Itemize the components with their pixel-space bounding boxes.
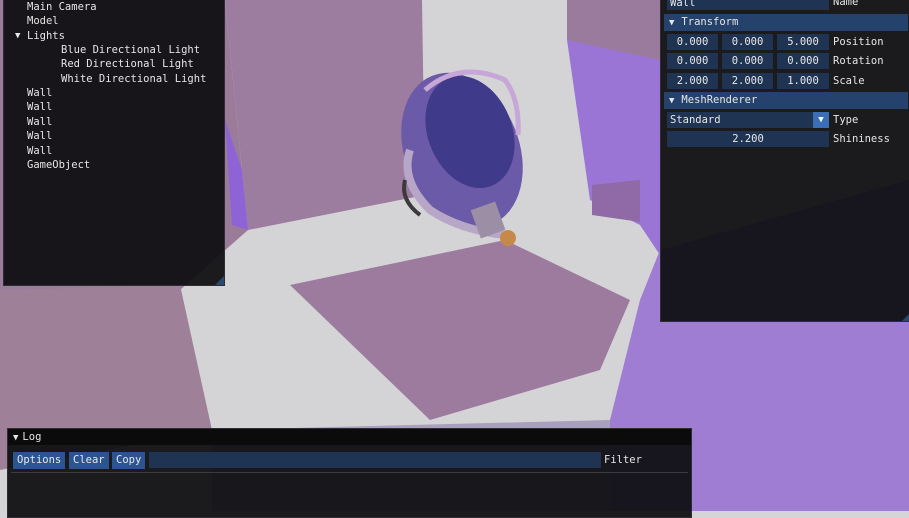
clear-button[interactable]: Clear: [69, 452, 109, 469]
shininess-field[interactable]: 2.200: [667, 131, 829, 147]
scale-label: Scale: [833, 75, 865, 87]
position-z-field[interactable]: 5.000: [777, 34, 829, 50]
rotation-y-field[interactable]: 0.000: [722, 53, 773, 69]
resize-grip-icon[interactable]: [902, 312, 909, 321]
log-divider: [11, 472, 688, 473]
tree-item-wall[interactable]: Wall: [27, 129, 52, 143]
tree-item-label: Wall: [27, 87, 53, 99]
expanded-arrow-icon: ▼: [13, 433, 19, 443]
name-field[interactable]: Wall: [667, 0, 829, 10]
hierarchy-panel: Main Camera Model ▼ Lights Blue Direction…: [3, 0, 225, 286]
tree-item-label: Main Camera: [27, 1, 97, 13]
shininess-label: Shininess: [833, 133, 890, 145]
tree-item-label: Model: [27, 15, 59, 27]
position-x-field[interactable]: 0.000: [667, 34, 718, 50]
tree-item-model[interactable]: Model: [27, 14, 59, 28]
transform-header[interactable]: ▼ Transform: [664, 14, 908, 31]
rotation-z-field[interactable]: 0.000: [777, 53, 829, 69]
type-select[interactable]: Standard: [667, 112, 813, 128]
tree-item-label: Wall: [27, 101, 53, 113]
options-button[interactable]: Options: [13, 452, 66, 469]
scale-y-field[interactable]: 2.000: [722, 73, 773, 89]
expanded-arrow-icon: ▼: [669, 18, 675, 28]
name-label: Name: [833, 0, 859, 8]
tree-item-white-light[interactable]: White Directional Light: [61, 72, 206, 86]
combo-arrow-icon[interactable]: ▼: [813, 112, 829, 128]
expanded-arrow-icon[interactable]: ▼: [15, 29, 20, 43]
tree-item-label: White Directional Light: [61, 73, 207, 85]
filter-input[interactable]: [149, 452, 601, 468]
meshrenderer-title: MeshRenderer: [681, 94, 758, 106]
copy-button[interactable]: Copy: [112, 452, 146, 469]
tree-item-wall[interactable]: Wall: [27, 100, 52, 114]
tree-item-lights[interactable]: ▼ Lights: [15, 29, 65, 43]
transform-title: Transform: [681, 16, 739, 28]
tree-item-main-camera[interactable]: Main Camera: [27, 0, 97, 14]
scale-z-field[interactable]: 1.000: [777, 73, 829, 89]
type-label: Type: [833, 114, 859, 126]
tree-item-blue-light[interactable]: Blue Directional Light: [61, 43, 200, 57]
log-header[interactable]: ▼ Log: [8, 429, 691, 445]
position-y-field[interactable]: 0.000: [722, 34, 773, 50]
tree-item-wall[interactable]: Wall: [27, 115, 52, 129]
position-label: Position: [833, 36, 884, 48]
tree-item-wall[interactable]: Wall: [27, 144, 52, 158]
tree-item-gameobject[interactable]: GameObject: [27, 158, 90, 172]
tree-item-label: GameObject: [27, 159, 91, 171]
tree-item-label: Wall: [27, 116, 53, 128]
rotation-x-field[interactable]: 0.000: [667, 53, 718, 69]
expanded-arrow-icon: ▼: [669, 96, 675, 106]
tree-item-label: Wall: [27, 145, 53, 157]
tree-item-red-light[interactable]: Red Directional Light: [61, 57, 194, 71]
tree-item-label: Red Directional Light: [61, 58, 194, 70]
resize-grip-icon[interactable]: [215, 276, 224, 285]
meshrenderer-header[interactable]: ▼ MeshRenderer: [664, 92, 908, 109]
tree-item-label: Wall: [27, 130, 53, 142]
log-title: Log: [22, 431, 42, 443]
tree-item-label: Lights: [27, 30, 65, 42]
filter-label: Filter: [604, 454, 642, 466]
tree-item-wall[interactable]: Wall: [27, 86, 52, 100]
scale-x-field[interactable]: 2.000: [667, 73, 718, 89]
inspector-panel: Wall Name ▼ Transform 0.000 0.000 5.000 P…: [660, 0, 909, 322]
tree-item-label: Blue Directional Light: [61, 44, 201, 56]
log-panel: ▼ Log Options Clear Copy Filter: [7, 428, 692, 518]
rotation-label: Rotation: [833, 55, 884, 67]
